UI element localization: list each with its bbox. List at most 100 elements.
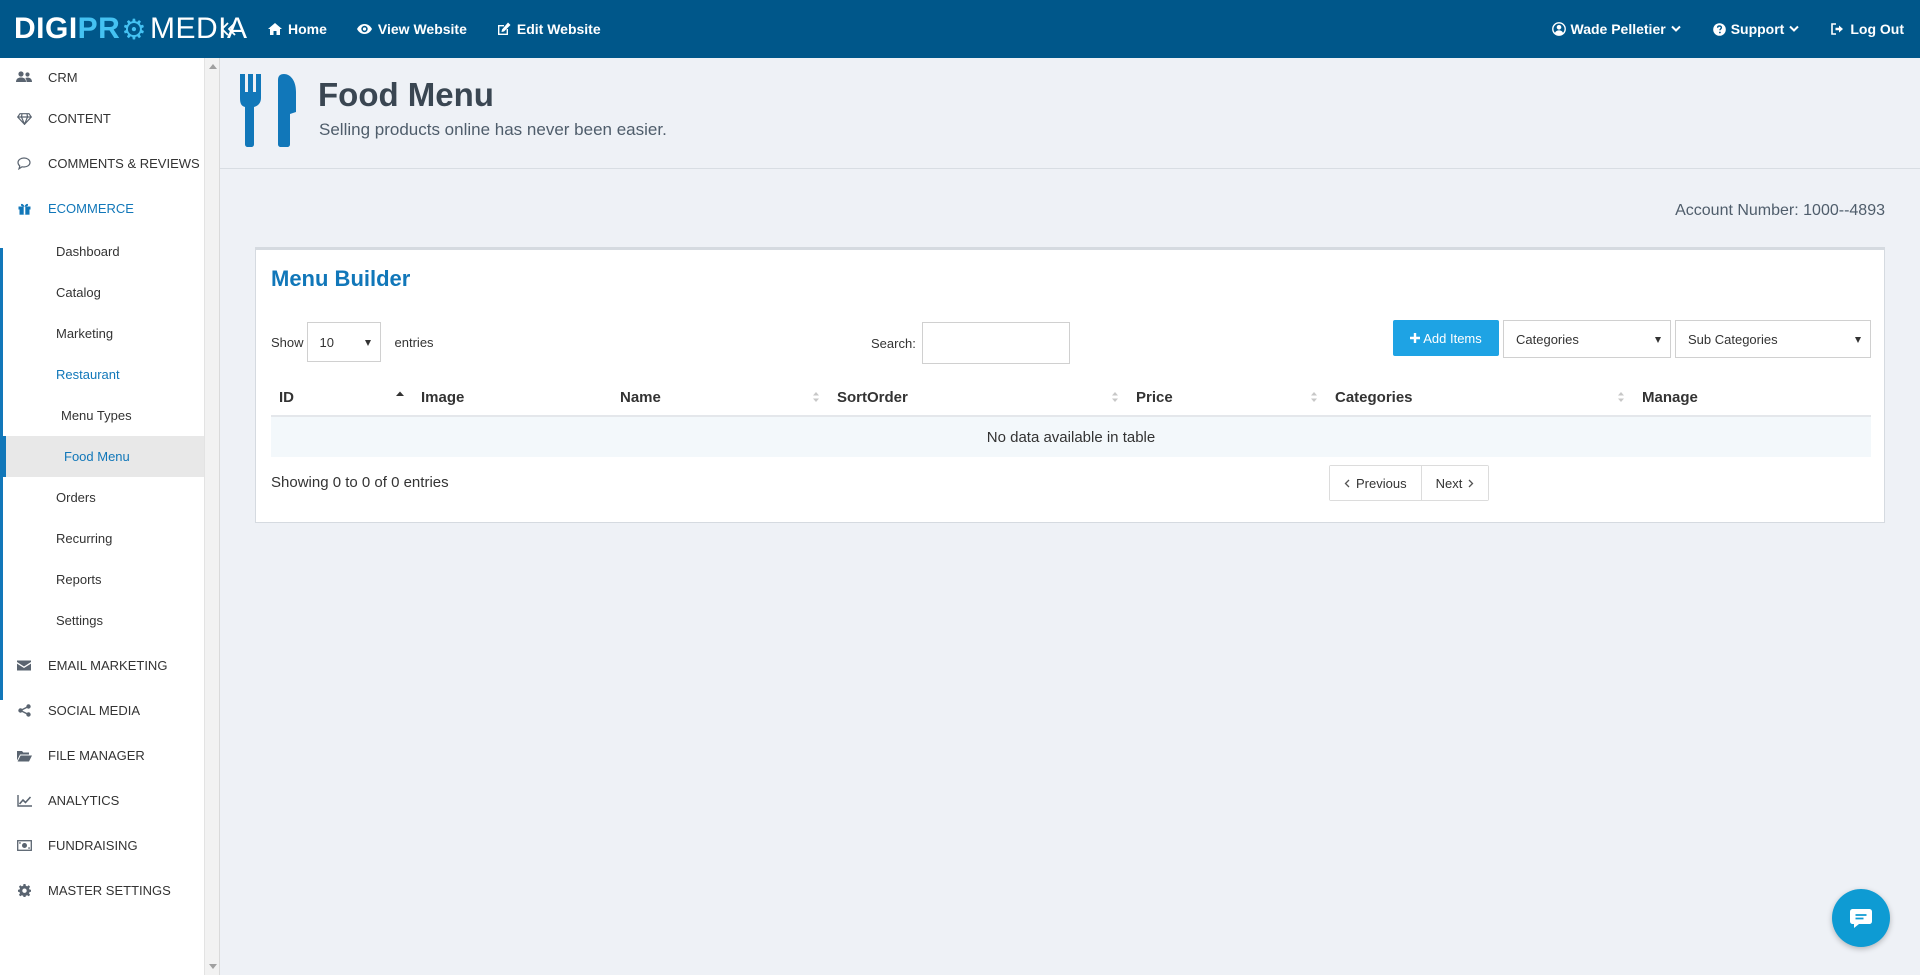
gift-icon [0, 203, 48, 215]
sidebar-subitem-restaurant[interactable]: Restaurant [0, 354, 204, 395]
sidebar-item-label: MASTER SETTINGS [48, 883, 171, 898]
support-label: Support [1730, 21, 1785, 37]
user-menu[interactable]: Wade Pelletier [1551, 21, 1681, 37]
sidebar-item-analytics[interactable]: ANALYTICS [0, 778, 204, 823]
sidebar-subitem-label: Dashboard [56, 244, 120, 259]
home-icon [268, 23, 282, 35]
sidebar-subitem-marketing[interactable]: Marketing [0, 313, 204, 354]
money-icon [0, 840, 48, 851]
sidebar-item-label: CRM [48, 69, 78, 85]
eye-icon [356, 24, 372, 34]
column-header-label: Price [1136, 389, 1173, 406]
sidebar-subitem-reports[interactable]: Reports [0, 559, 204, 600]
users-icon [0, 71, 48, 83]
comment-icon [0, 157, 48, 170]
support-menu[interactable]: Support [1712, 21, 1800, 37]
sidebar-item-comments-reviews[interactable]: COMMENTS & REVIEWS [0, 141, 204, 186]
column-header-label: ID [279, 389, 294, 406]
card-title: Menu Builder [271, 266, 411, 291]
diamond-icon [0, 112, 48, 125]
next-page-button[interactable]: Next [1420, 466, 1489, 500]
nav-edit-website-label: Edit Website [516, 21, 601, 37]
sidebar-subitem-label: Food Menu [64, 449, 130, 464]
nav-view-website[interactable]: View Website [356, 21, 467, 37]
sidebar-subitem-label: Settings [56, 613, 103, 628]
cutlery-icon [238, 72, 300, 153]
column-header-label: Categories [1335, 389, 1413, 406]
logout-link[interactable]: Log Out [1831, 21, 1904, 37]
search-input[interactable] [921, 322, 1070, 364]
sidebar-item-label: CONTENT [48, 111, 111, 126]
sidebar-item-fundraising[interactable]: FUNDRAISING [0, 823, 204, 868]
chevron-left-icon [1344, 479, 1350, 487]
chevron-right-icon [1468, 479, 1474, 487]
column-header-sortorder[interactable]: SortOrder [829, 378, 1128, 417]
sign-out-icon [1831, 23, 1844, 35]
nav-home[interactable]: Home [268, 21, 327, 37]
search-label: Search: [871, 335, 916, 351]
sidebar-subitem-catalog[interactable]: Catalog [0, 272, 204, 313]
column-header-name[interactable]: Name [612, 378, 829, 417]
entries-length-control: Show 10 entries [271, 322, 434, 362]
entries-label: entries [394, 334, 434, 350]
sidebar-subitem-food-menu[interactable]: Food Menu [0, 436, 204, 477]
top-nav: Home View Website Edit Website [268, 21, 631, 37]
sidebar-scrollbar[interactable] [204, 58, 220, 975]
sidebar-subitem-label: Menu Types [61, 408, 132, 423]
sidebar-subitem-label: Reports [56, 572, 102, 587]
sort-icon [813, 392, 819, 402]
sidebar-subitem-recurring[interactable]: Recurring [0, 518, 204, 559]
scroll-up-icon[interactable] [209, 64, 217, 69]
sidebar-item-label: ANALYTICS [48, 793, 120, 808]
previous-page-button[interactable]: Previous [1330, 466, 1421, 500]
next-label: Next [1435, 475, 1463, 491]
sidebar: CRM CONTENT COMMENTS & REVIEWS ECOMMERCE… [0, 58, 204, 975]
logo[interactable]: DIGI PR ⚙ MEDIA [0, 0, 247, 58]
sidebar-subitem-label: Restaurant [56, 367, 120, 382]
sidebar-item-content[interactable]: CONTENT [0, 96, 204, 141]
page-title: Food Menu [318, 76, 494, 113]
sidebar-subitem-label: Orders [56, 490, 96, 505]
sidebar-item-ecommerce[interactable]: ECOMMERCE [0, 186, 204, 231]
column-header-categories[interactable]: Categories [1327, 378, 1634, 417]
edit-icon [497, 22, 511, 35]
sidebar-collapse-button[interactable] [212, 12, 246, 46]
chevron-down-icon [1789, 25, 1800, 32]
sidebar-item-label: COMMENTS & REVIEWS [48, 156, 200, 171]
sidebar-item-social-media[interactable]: SOCIAL MEDIA [0, 688, 204, 733]
sidebar-subitem-orders[interactable]: Orders [0, 477, 204, 518]
categories-select-value: Categories [1516, 331, 1579, 347]
column-header-image: Image [413, 378, 612, 417]
sidebar-subitem-menu-types[interactable]: Menu Types [0, 395, 204, 436]
sidebar-subitem-settings[interactable]: Settings [0, 600, 204, 641]
sidebar-item-crm[interactable]: CRM [0, 58, 204, 96]
column-header-price[interactable]: Price [1128, 378, 1327, 417]
sidebar-item-master-settings[interactable]: MASTER SETTINGS [0, 868, 204, 913]
sidebar-subitem-label: Recurring [56, 531, 113, 546]
column-header-label: Manage [1642, 389, 1698, 406]
sidebar-subitem-dashboard[interactable]: Dashboard [0, 231, 204, 272]
nav-edit-website[interactable]: Edit Website [497, 21, 601, 37]
subcategories-select-value: Sub Categories [1688, 331, 1778, 347]
chat-widget-button[interactable] [1832, 889, 1890, 947]
sidebar-item-email-marketing[interactable]: EMAIL MARKETING [0, 643, 204, 688]
categories-select[interactable]: Categories [1503, 320, 1671, 358]
empty-message: No data available in table [986, 428, 1156, 446]
page-header: Food Menu Selling products online has ne… [220, 58, 1920, 169]
column-header-id[interactable]: ID [271, 378, 413, 417]
subcategories-select[interactable]: Sub Categories [1675, 320, 1871, 358]
chevron-down-icon [1670, 25, 1681, 32]
scroll-down-icon[interactable] [209, 964, 217, 969]
table-search: Search: [871, 322, 1070, 364]
top-right-nav: Wade Pelletier Support Log Out [1520, 21, 1920, 37]
sort-icon [1311, 392, 1317, 402]
entries-select[interactable]: 10 [306, 322, 381, 362]
add-items-button[interactable]: Add Items [1393, 320, 1499, 356]
logout-label: Log Out [1850, 21, 1904, 37]
sidebar-item-label: ECOMMERCE [48, 201, 134, 216]
plus-icon [1410, 333, 1421, 343]
sidebar-item-file-manager[interactable]: FILE MANAGER [0, 733, 204, 778]
question-circle-icon [1712, 22, 1726, 36]
table-info: Showing 0 to 0 of 0 entries [271, 474, 449, 491]
user-name: Wade Pelletier [1570, 21, 1666, 37]
